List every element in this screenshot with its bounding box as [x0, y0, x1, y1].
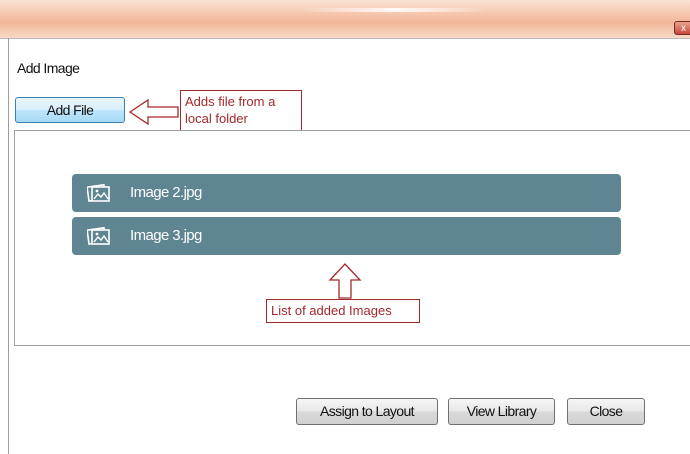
window-close-button[interactable]: x [674, 21, 690, 35]
view-library-button[interactable]: View Library [448, 398, 555, 425]
image-name: Image 3.jpg [130, 227, 202, 244]
image-list-annotation: List of added Images [266, 299, 420, 323]
title-bar-glare [300, 8, 490, 12]
add-file-annotation: Adds file from a local folder [180, 90, 302, 132]
image-file-icon [87, 183, 110, 202]
annotation-arrow-left-icon [128, 98, 179, 126]
add-file-button[interactable]: Add File [15, 97, 125, 123]
image-file-icon [87, 226, 110, 245]
close-button[interactable]: Close [567, 398, 645, 425]
list-item[interactable]: Image 3.jpg [72, 217, 621, 255]
annotation-arrow-up-icon [328, 263, 362, 299]
assign-to-layout-button[interactable]: Assign to Layout [296, 398, 438, 425]
window-left-border [8, 38, 9, 454]
image-name: Image 2.jpg [130, 184, 202, 201]
list-item[interactable]: Image 2.jpg [72, 174, 621, 212]
title-bar: x [0, 0, 690, 39]
dialog-heading: Add Image [17, 60, 80, 76]
